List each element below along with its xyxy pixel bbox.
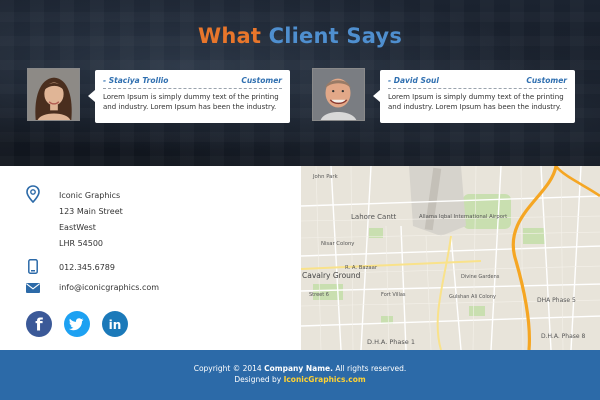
designer-line: Designed by IconicGraphics.com (0, 375, 600, 384)
testimonial-bubble: - David Soul Customer Lorem Ipsum is sim… (373, 70, 575, 123)
designer-link[interactable]: IconicGraphics.com (284, 375, 366, 384)
client-role: Customer (241, 76, 282, 85)
company-name-link[interactable]: Company Name. (264, 364, 333, 373)
map-label-fort-villas: Fort Villas (381, 292, 406, 298)
map-label-cavalry-ground: Cavalry Ground (302, 271, 361, 280)
map-label-lahore-cantt: Lahore Cantt (351, 213, 397, 221)
avatar (312, 68, 365, 121)
testimonial-text: Lorem Ipsum is simply dummy text of the … (103, 93, 279, 111)
map-label-gulshan-ali: Gulshan Ali Colony (449, 294, 496, 300)
avatar-woman-image (28, 69, 79, 120)
map-pin-icon (26, 185, 40, 203)
map-label-street-6: Street 6 (309, 292, 329, 298)
designed-by-label: Designed by (234, 375, 282, 384)
map-label-airport: Allama Iqbal International Airport (419, 214, 507, 220)
map-label-nisar-colony: Nisar Colony (321, 241, 354, 247)
linkedin-glyph: in (109, 318, 122, 332)
facebook-glyph: f (35, 316, 43, 336)
testimonial-bubble: - Staciya Trollio Customer Lorem Ipsum i… (88, 70, 290, 123)
client-name: - Staciya Trollio (103, 76, 169, 85)
client-role: Customer (526, 76, 567, 85)
rights-text: All rights reserved. (335, 364, 407, 373)
client-name: - David Soul (388, 76, 439, 85)
address-line-2: EastWest (59, 223, 96, 232)
company-name: Iconic Graphics (59, 191, 121, 200)
address-line-3: LHR 54500 (59, 239, 104, 248)
facebook-icon[interactable]: f (26, 311, 52, 337)
map-embed[interactable]: Lahore Cantt Allama Iqbal International … (301, 166, 600, 350)
map-label-ra-bazaar: R. A. Bazaar (345, 265, 378, 271)
map-label-dha-phase-1: D.H.A. Phase 1 (367, 338, 415, 346)
testimonial-text: Lorem Ipsum is simply dummy text of the … (388, 93, 564, 111)
envelope-icon (26, 283, 40, 293)
map-label-dha-phase-8: D.H.A. Phase 8 (541, 333, 585, 340)
map-label-divine-gardens: Divine Gardens (461, 274, 500, 280)
email-link[interactable]: info@iconicgraphics.com (59, 283, 159, 292)
map-label-dha-phase-5: DHA Phase 5 (537, 297, 576, 304)
title-part-client-says: Client Says (268, 24, 403, 48)
avatar (27, 68, 80, 121)
title-part-what: What (197, 24, 262, 48)
map-canvas[interactable]: Lahore Cantt Allama Iqbal International … (301, 166, 600, 350)
address-line-1: 123 Main Street (59, 207, 123, 216)
testimonials-section: What Client Says - Staciya Trollio Custo… (0, 0, 600, 166)
phone-icon (28, 259, 38, 274)
copyright-prefix: Copyright © 2014 (193, 364, 262, 373)
avatar-man-image (313, 69, 364, 120)
phone-number[interactable]: 012.345.6789 (59, 263, 115, 272)
linkedin-icon[interactable]: in (102, 311, 128, 337)
twitter-icon[interactable] (64, 311, 90, 337)
section-title: What Client Says (0, 24, 600, 48)
footer: Copyright © 2014 Company Name. All right… (0, 350, 600, 400)
copyright-line: Copyright © 2014 Company Name. All right… (0, 364, 600, 373)
map-label-john-park: John Park (312, 174, 339, 180)
